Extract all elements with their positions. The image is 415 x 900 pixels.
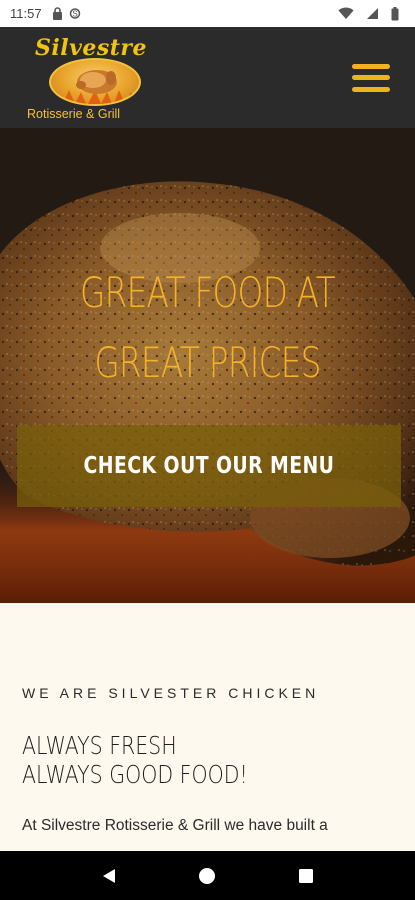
about-section: WE ARE SILVESTER CHICKEN ALWAYS FRESH AL…: [0, 603, 415, 851]
hero-title: GREAT FOOD AT GREAT PRICES: [46, 258, 370, 398]
check-out-menu-button[interactable]: CHECK OUT OUR MENU: [17, 425, 401, 507]
back-icon[interactable]: [89, 856, 129, 896]
headline-line: ALWAYS FRESH: [22, 731, 177, 760]
cell-signal-icon: [366, 7, 379, 20]
status-time: 11:57: [10, 6, 42, 21]
section-headline: ALWAYS FRESH ALWAYS GOOD FOOD!: [22, 731, 326, 789]
sync-icon: S: [69, 7, 81, 20]
hamburger-bar: [352, 75, 390, 80]
hero-title-line: GREAT FOOD AT: [80, 268, 336, 317]
lock-icon: [52, 7, 63, 20]
recents-icon[interactable]: [286, 856, 326, 896]
svg-text:S: S: [72, 10, 77, 19]
section-eyebrow: WE ARE SILVESTER CHICKEN: [22, 685, 320, 701]
section-body: At Silvestre Rotisserie & Grill we have …: [22, 817, 328, 834]
hero-title-line: GREAT PRICES: [94, 338, 321, 387]
system-nav-bar: [0, 851, 415, 900]
hamburger-menu-icon[interactable]: [352, 62, 390, 94]
cta-label: CHECK OUT OUR MENU: [83, 453, 335, 479]
hamburger-bar: [352, 63, 390, 69]
hero-section: GREAT FOOD AT GREAT PRICES CHECK OUT OUR…: [0, 128, 415, 603]
headline-line: ALWAYS GOOD FOOD!: [22, 760, 248, 789]
home-icon[interactable]: [187, 856, 227, 896]
logo[interactable]: Silvestre Rotisserie & Grill: [25, 33, 165, 123]
battery-icon: [391, 6, 399, 21]
site-header: Silvestre Rotisserie & Grill: [0, 27, 415, 128]
hamburger-bar: [352, 86, 390, 92]
chicken-logo-icon: [49, 57, 141, 106]
logo-subtitle: Rotisserie & Grill: [27, 106, 121, 121]
logo-script-text: Silvestre: [35, 34, 148, 61]
status-bar: 11:57 S: [0, 0, 415, 27]
wifi-icon: [338, 7, 354, 20]
